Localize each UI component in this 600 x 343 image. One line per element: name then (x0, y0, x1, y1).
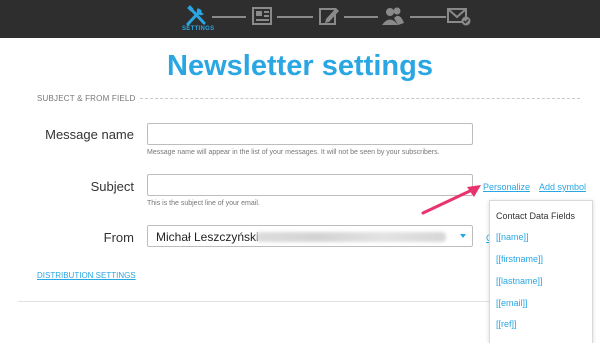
dropdown-item[interactable]: [[email]] (496, 298, 528, 308)
send-icon[interactable] (446, 4, 472, 28)
dropdown-fade (490, 329, 592, 343)
template-icon[interactable] (249, 4, 275, 28)
dropdown-header: Contact Data Fields (496, 211, 576, 221)
message-name-label: Message name (45, 127, 134, 142)
message-name-hint: Message name will appear in the list of … (147, 149, 440, 156)
personalize-link[interactable]: Personalize (483, 182, 530, 192)
message-name-input[interactable] (147, 123, 473, 145)
dropdown-item[interactable]: [[lastname]] (496, 276, 543, 286)
add-symbol-link[interactable]: Add symbol (539, 182, 586, 192)
dropdown-item[interactable]: [[firstname]] (496, 254, 543, 264)
section-divider (140, 98, 580, 99)
step-connector (277, 16, 313, 18)
page-title: Newsletter settings (167, 50, 433, 82)
dropdown-item[interactable]: [[name]] (496, 232, 529, 242)
blurred-email (256, 232, 446, 242)
from-label: From (103, 230, 134, 245)
bottom-divider (18, 301, 518, 302)
recipients-icon[interactable] (380, 4, 406, 28)
editor-icon[interactable] (316, 4, 342, 28)
chevron-down-icon (460, 234, 466, 238)
step-connector (212, 16, 246, 18)
distribution-settings-link[interactable]: DISTRIBUTION SETTINGS (37, 271, 136, 280)
step-connector (410, 16, 446, 18)
section-header: SUBJECT & FROM FIELD (37, 94, 136, 103)
step-connector (344, 16, 378, 18)
subject-label: Subject (90, 179, 134, 194)
subject-hint: This is the subject line of your email. (147, 200, 260, 207)
from-select[interactable]: Michał Leszczyński (147, 225, 473, 247)
annotation-arrow-icon (421, 185, 481, 215)
dropdown-item[interactable]: [[ref]] (496, 319, 517, 329)
settings-tools-icon[interactable] (184, 4, 210, 28)
personalize-dropdown: Contact Data Fields [[name]] [[firstname… (489, 200, 593, 343)
from-select-value: Michał Leszczyński (156, 230, 259, 244)
step-label-settings: SETTINGS (182, 26, 215, 32)
wizard-bar: SETTINGS (0, 0, 600, 38)
